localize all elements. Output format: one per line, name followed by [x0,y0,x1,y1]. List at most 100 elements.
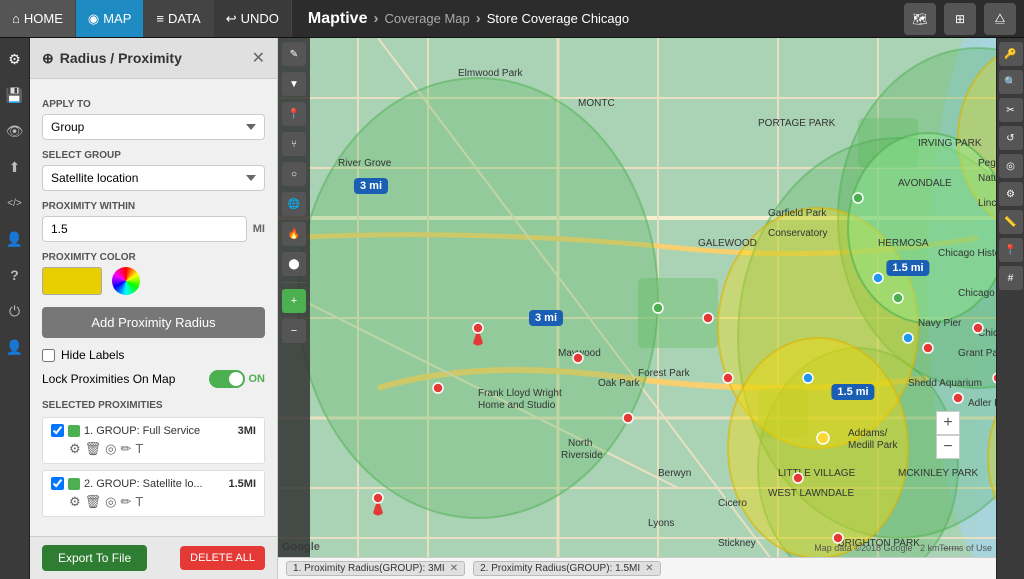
layers-icon-btn[interactable]: 🗺 [904,3,936,35]
undo-label: UNDO [241,11,279,26]
undo-icon: ↩ [226,11,237,27]
arrow-icon1: › [373,10,378,27]
question-icon[interactable]: ? [2,262,28,288]
power-icon[interactable]: ⏻ [2,298,28,324]
share-icon[interactable]: ⬆ [2,154,28,180]
person-icon[interactable]: 👤 [2,226,28,252]
main-layout: ⚙ 💾 👁 ⬆ </> 👤 ? ⏻ 👤 ⊕ Radius / Proximity… [0,38,1024,579]
hide-labels-text: Hide Labels [61,348,124,362]
lock-toggle[interactable]: ON [209,370,266,388]
bottom-tag-1-close[interactable]: ✕ [450,563,458,574]
color-section [42,267,265,295]
proximity-within-group: MI [42,216,265,242]
proximity-1-checkbox[interactable] [51,424,64,437]
right-tool-cut[interactable]: ✂ [999,98,1023,122]
app-title: Maptive [308,10,368,28]
proximity-1-label: 1. GROUP: Full Service [84,425,234,437]
export-button[interactable]: Export To File [42,545,147,571]
select-group-label: SELECT GROUP [42,150,265,161]
map-tool-pin[interactable]: 📍 [282,102,306,126]
map-area[interactable]: Elmwood Park River Grove MONTC PORTAGE P… [278,38,996,579]
proximity-2-edit-btn[interactable]: ✏ [121,494,132,510]
bottom-tag-2: 2. Proximity Radius(GROUP): 1.5MI ✕ [473,561,660,576]
data-icon: ≡ [156,11,164,26]
map-tool-zoom-plus[interactable]: + [282,289,306,313]
map-tool-dot[interactable]: ⬤ [282,252,306,276]
color-wheel[interactable] [112,267,140,295]
proximity-2-label-btn[interactable]: T [135,494,143,510]
map-button[interactable]: ◉ MAP [76,0,145,37]
settings-icon[interactable]: ⚙ [2,46,28,72]
map-tool-heat[interactable]: 🔥 [282,222,306,246]
code-icon[interactable]: </> [2,190,28,216]
proximity-1-edit-btn[interactable]: ✏ [121,441,132,457]
proximity-2-checkbox[interactable] [51,477,64,490]
left-iconbar: ⚙ 💾 👁 ⬆ </> 👤 ? ⏻ 👤 [0,38,30,579]
proximity-2-eye-btn[interactable]: ◎ [105,494,116,510]
proximity-1-distance: 3MI [238,425,256,437]
save-icon[interactable]: 💾 [2,82,28,108]
proximity-value-input[interactable] [42,216,247,242]
map-background: Elmwood Park River Grove MONTC PORTAGE P… [278,38,996,579]
data-button[interactable]: ≡ DATA [144,0,213,37]
proximity-2-actions: ⚙ 🗑 ◎ ✏ T [51,494,256,510]
home-button[interactable]: ⌂ HOME [0,0,76,37]
bottombar: 1. Proximity Radius(GROUP): 3MI ✕ 2. Pro… [278,557,996,579]
proximity-2-settings-btn[interactable]: ⚙ [69,494,81,510]
proximity-1-color [68,425,80,437]
map-tool-filter[interactable]: ▼ [282,72,306,96]
network-icon-btn[interactable]: ⧋ [984,3,1016,35]
hide-labels-checkbox[interactable] [42,349,55,362]
bottom-tag-2-close[interactable]: ✕ [645,563,653,574]
bottom-tag-2-text: 2. Proximity Radius(GROUP): 1.5MI [480,563,640,574]
stack-icon-btn[interactable]: ⊞ [944,3,976,35]
lock-proximities-row: Lock Proximities On Map ON [42,370,265,388]
bottom-tag-1: 1. Proximity Radius(GROUP): 3MI ✕ [286,561,465,576]
right-toolbar: 🔑 🔍 ✂ ↺ ◎ ⚙ 📏 📍 # [996,38,1024,579]
undo-button[interactable]: ↩ UNDO [214,0,292,37]
add-proximity-button[interactable]: Add Proximity Radius [42,307,265,338]
toggle-state-label: ON [249,373,266,385]
data-label: DATA [168,11,201,26]
proximity-2-trash-btn[interactable]: 🗑 [85,494,102,510]
proximity-1-label-btn[interactable]: T [135,441,143,457]
map-tool-route[interactable]: ⑂ [282,132,306,156]
sidebar-close-button[interactable]: ✕ [252,48,265,68]
map-tool-globe[interactable]: 🌐 [282,192,306,216]
right-tool-gear[interactable]: ⚙ [999,182,1023,206]
right-tool-calc[interactable]: # [999,266,1023,290]
right-tool-search[interactable]: 🔍 [999,70,1023,94]
right-tool-pin[interactable]: 📍 [999,238,1023,262]
apply-to-select[interactable]: Group All Custom [42,114,265,140]
topbar: ⌂ HOME ◉ MAP ≡ DATA ↩ UNDO Maptive › Cov… [0,0,1024,38]
map-tool-shape[interactable]: ○ [282,162,306,186]
sidebar-panel: ⊕ Radius / Proximity ✕ APPLY TO Group Al… [30,38,278,579]
proximity-1-trash-btn[interactable]: 🗑 [85,441,102,457]
terms-of-use[interactable]: Terms of Use [939,543,992,553]
toggle-track[interactable] [209,370,245,388]
zoom-out-button[interactable]: − [936,435,960,459]
proximity-2-color [68,478,80,490]
select-group-select[interactable]: Satellite location Full Service All Grou… [42,165,265,191]
radius-icon: ⊕ [42,50,54,67]
right-tool-key[interactable]: 🔑 [999,42,1023,66]
color-swatch[interactable] [42,267,102,295]
apply-to-label: APPLY TO [42,99,265,110]
proximity-item-2-header: 2. GROUP: Satellite lo... 1.5MI [51,477,256,490]
arrow-icon2: › [476,10,481,27]
map-tool-draw[interactable]: ✎ [282,42,306,66]
proximity-1-settings-btn[interactable]: ⚙ [69,441,81,457]
zoom-in-button[interactable]: + [936,411,960,435]
right-tool-ruler[interactable]: 📏 [999,210,1023,234]
zoom-controls: + − [936,411,960,459]
map-tool-zoom-minus[interactable]: − [282,319,306,343]
right-tool-refresh[interactable]: ↺ [999,126,1023,150]
map-left-toolbar: ✎ ▼ 📍 ⑂ ○ 🌐 🔥 ⬤ + − [278,38,310,579]
bottom-tag-1-text: 1. Proximity Radius(GROUP): 3MI [293,563,445,574]
user2-icon[interactable]: 👤 [2,334,28,360]
right-tool-target[interactable]: ◎ [999,154,1023,178]
delete-all-button[interactable]: DELETE ALL [180,546,265,570]
eye-icon[interactable]: 👁 [2,118,28,144]
proximity-1-eye-btn[interactable]: ◎ [105,441,116,457]
proximity-item-1-header: 1. GROUP: Full Service 3MI [51,424,256,437]
